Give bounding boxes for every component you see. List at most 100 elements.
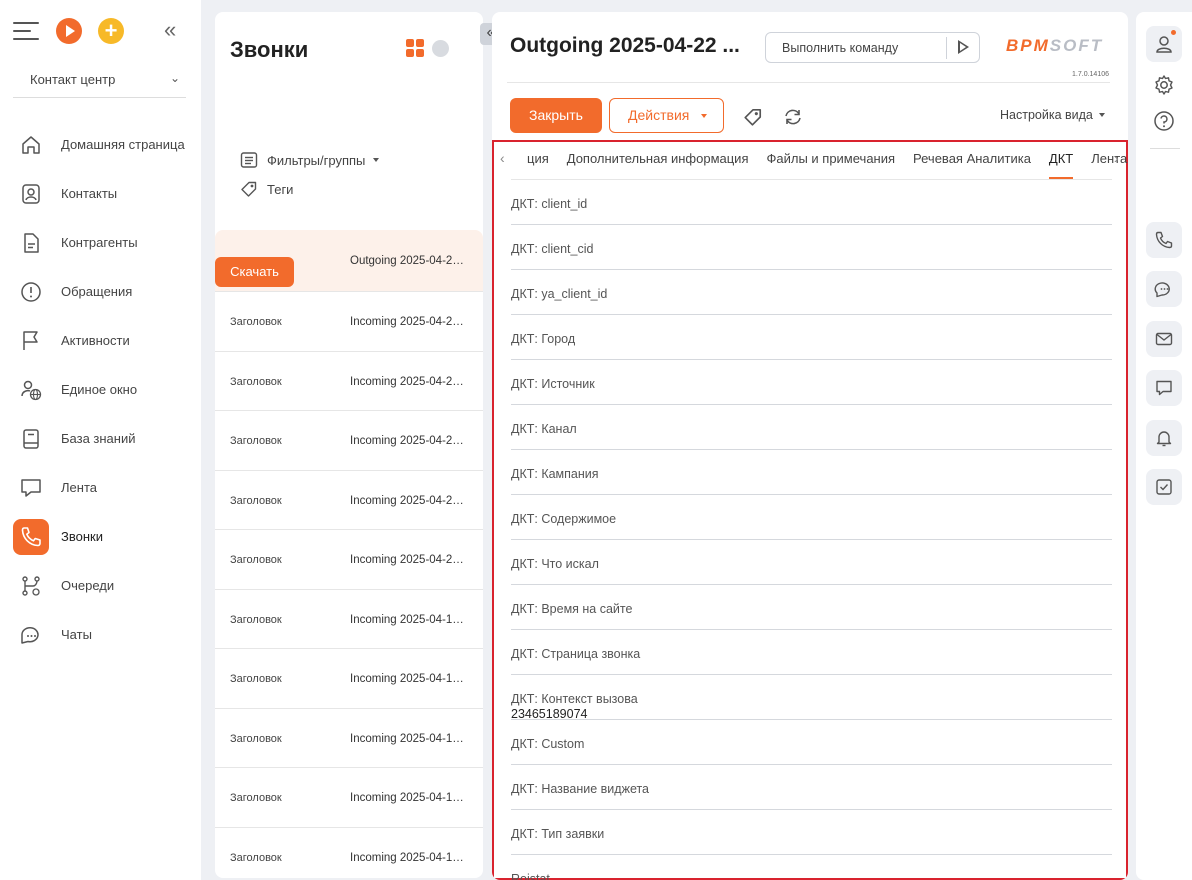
form-field[interactable]: ДКТ: Кампания [511, 450, 1112, 495]
table-row[interactable]: Заголовок Incoming 2025-04-18 ... [215, 649, 483, 709]
form-field[interactable]: ДКТ: Город [511, 315, 1112, 360]
table-row[interactable]: Заголовок Incoming 2025-04-18 ... [215, 768, 483, 828]
sidebar-item-alert[interactable]: Обращения [13, 267, 193, 316]
tab-1[interactable]: Дополнительная информация [558, 142, 758, 180]
dkt-fields: ДКТ: client_id ДКТ: client_cid ДКТ: ya_cli… [494, 180, 1126, 880]
run-command-icon[interactable] [958, 40, 969, 54]
help-button[interactable] [1146, 103, 1182, 139]
field-label: ДКТ: client_cid [511, 242, 594, 256]
field-label: ДКТ: Время на сайте [511, 602, 633, 616]
chat-icon [1154, 282, 1170, 298]
form-field[interactable]: ДКТ: Источник [511, 360, 1112, 405]
form-field[interactable]: Roistat [511, 855, 1112, 880]
sidebar-item-label: Звонки [61, 529, 103, 544]
sync-icon[interactable] [782, 106, 804, 128]
field-value[interactable]: 23465189074 [511, 707, 587, 721]
left-sidebar: + « Контакт центр ⌄ Домашняя страница Кон… [0, 0, 201, 880]
tab-0[interactable]: ция [518, 142, 558, 180]
comments-panel-button[interactable] [1146, 370, 1182, 406]
tab-5[interactable]: Лента [1082, 142, 1128, 180]
sidebar-item-chat[interactable]: Чаты [13, 610, 193, 659]
sidebar-item-phone[interactable]: Звонки [13, 512, 193, 561]
chat-icon [13, 617, 49, 653]
workplace-label: Контакт центр [30, 72, 116, 87]
table-row[interactable]: Заголовок Incoming 2025-04-22 ... [215, 530, 483, 590]
form-field[interactable]: ДКТ: Название виджета [511, 765, 1112, 810]
chevron-down-icon: ⌄ [169, 71, 180, 85]
table-row[interactable]: Заголовок Incoming 2025-04-22 ... [215, 292, 483, 352]
home-icon [13, 127, 49, 163]
view-settings-button[interactable]: Настройка вида [1000, 108, 1105, 122]
hamburger-menu-icon[interactable] [13, 22, 39, 40]
profile-button[interactable] [1146, 26, 1182, 62]
sidebar-item-home[interactable]: Домашняя страница [13, 120, 193, 169]
actions-button[interactable]: Действия [609, 98, 724, 133]
tab-3[interactable]: Речевая Аналитика [904, 142, 1040, 180]
bell-icon [1156, 431, 1172, 447]
field-label: ДКТ: Кампания [511, 467, 599, 481]
form-field[interactable]: ДКТ: client_id [511, 180, 1112, 225]
row-subject: Incoming 2025-04-18 ... [350, 673, 470, 685]
tags-label: Теги [267, 181, 294, 197]
sidebar-item-label: Очереди [61, 578, 115, 593]
form-field[interactable]: ДКТ: Время на сайте [511, 585, 1112, 630]
field-label: ДКТ: Содержимое [511, 512, 617, 526]
close-button[interactable]: Закрыть [510, 98, 602, 133]
table-row[interactable]: Заголовок Incoming 2025-04-22 ... [215, 471, 483, 530]
email-panel-button[interactable] [1146, 321, 1182, 357]
grid-view-icon[interactable] [406, 39, 425, 58]
filters-groups-button[interactable]: Фильтры/группы [240, 151, 380, 169]
table-row[interactable]: Заголовок Incoming 2025-04-22 ... [215, 411, 483, 471]
sidebar-item-label: Активности [61, 333, 130, 348]
table-row[interactable]: Заголовок Incoming 2025-04-18 ... [215, 828, 483, 879]
phone-panel-button[interactable] [1146, 222, 1182, 258]
row-header: Заголовок [230, 792, 282, 804]
tab-scroll-left-icon[interactable]: ‹ [500, 150, 505, 166]
collapse-sidebar-icon[interactable]: « [164, 18, 176, 42]
field-label: ДКТ: Что искал [511, 557, 599, 571]
form-field[interactable]: ДКТ: ya_client_id [511, 270, 1112, 315]
command-input[interactable]: Выполнить команду [765, 32, 980, 63]
sidebar-item-document[interactable]: Контрагенты [13, 218, 193, 267]
form-field[interactable]: ДКТ: Тип заявки [511, 810, 1112, 855]
tab-scroll-right-icon[interactable]: › [1114, 150, 1119, 166]
form-field[interactable]: ДКТ: Страница звонка [511, 630, 1112, 675]
sidebar-item-feed[interactable]: Лента [13, 463, 193, 512]
form-field[interactable]: ДКТ: Custom [511, 720, 1112, 765]
sidebar-item-globe-user[interactable]: Единое окно [13, 365, 193, 414]
chart-view-icon[interactable] [432, 40, 449, 57]
table-row[interactable]: Заголовок Incoming 2025-04-18 ... [215, 590, 483, 649]
version-label: 1.7.0.14106 [1072, 71, 1109, 78]
row-header: Заголовок [230, 316, 282, 328]
form-field[interactable]: ДКТ: Содержимое [511, 495, 1112, 540]
workplace-selector[interactable]: Контакт центр ⌄ [13, 62, 186, 98]
flag-icon [13, 323, 49, 359]
download-button[interactable]: Скачать [215, 257, 294, 287]
email-icon [1155, 332, 1173, 346]
tab-4[interactable]: ДКТ [1040, 142, 1082, 180]
table-row[interactable]: Скачать Outgoing 2025-04-22 ... [215, 230, 483, 292]
sidebar-item-book[interactable]: База знаний [13, 414, 193, 463]
sidebar-item-contact[interactable]: Контакты [13, 169, 193, 218]
chats-panel-button[interactable] [1146, 271, 1182, 307]
table-row[interactable]: Заголовок Incoming 2025-04-18 ... [215, 709, 483, 768]
form-field[interactable]: ДКТ: Контекст вызова 23465189074 [511, 675, 1112, 721]
help-icon [1154, 111, 1174, 131]
row-subject: Incoming 2025-04-22 ... [350, 554, 470, 566]
notifications-panel-button[interactable] [1146, 420, 1182, 456]
tasks-panel-button[interactable] [1146, 469, 1182, 505]
form-field[interactable]: ДКТ: Что искал [511, 540, 1112, 585]
sidebar-item-flag[interactable]: Активности [13, 316, 193, 365]
row-subject: Incoming 2025-04-18 ... [350, 732, 470, 745]
sidebar-item-queue[interactable]: Очереди [13, 561, 193, 610]
table-row[interactable]: Заголовок Incoming 2025-04-22 ... [215, 352, 483, 411]
settings-button[interactable] [1146, 67, 1182, 103]
row-subject: Incoming 2025-04-22 ... [350, 494, 470, 507]
process-play-icon[interactable] [56, 18, 82, 44]
tab-2[interactable]: Файлы и примечания [757, 142, 904, 180]
tags-button[interactable]: Теги [240, 180, 293, 198]
form-field[interactable]: ДКТ: Канал [511, 405, 1112, 450]
tag-icon[interactable] [743, 107, 763, 127]
form-field[interactable]: ДКТ: client_cid [511, 225, 1112, 270]
add-plus-icon[interactable]: + [98, 18, 124, 44]
